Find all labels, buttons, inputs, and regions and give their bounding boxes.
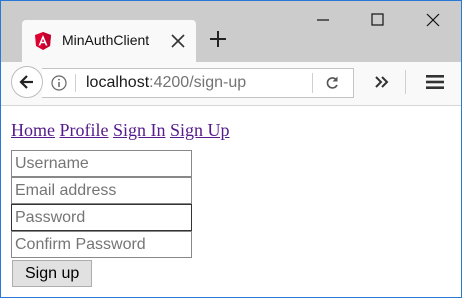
- confirm-password-input[interactable]: [11, 231, 192, 258]
- sign-up-form: Sign up: [11, 150, 192, 287]
- tab-title: MinAuthClient: [62, 32, 150, 48]
- overflow-chevrons-icon[interactable]: [374, 75, 390, 89]
- back-button[interactable]: [11, 66, 43, 98]
- browser-tab[interactable]: MinAuthClient: [22, 20, 196, 62]
- back-arrow-icon: [19, 75, 33, 89]
- page-nav: Home Profile Sign In Sign Up: [11, 120, 230, 141]
- menu-separator: [405, 70, 406, 94]
- new-tab-plus-icon[interactable]: [209, 30, 227, 48]
- url-path: :4200/sign-up: [149, 74, 247, 91]
- nav-link-home[interactable]: Home: [11, 120, 55, 140]
- address-bar[interactable]: localhost:4200/sign-up: [42, 68, 354, 98]
- reload-separator: [312, 73, 313, 93]
- navigation-toolbar: localhost:4200/sign-up: [1, 62, 461, 106]
- hamburger-menu-icon[interactable]: [425, 73, 445, 91]
- reload-icon[interactable]: [324, 75, 340, 91]
- sign-up-button[interactable]: Sign up: [12, 260, 93, 287]
- browser-window: MinAuthClient localhost:4200/sign-up Hom…: [1, 1, 461, 297]
- info-icon[interactable]: [51, 75, 67, 91]
- nav-link-sign-in[interactable]: Sign In: [113, 120, 166, 140]
- close-icon[interactable]: [169, 32, 187, 50]
- nav-link-sign-up[interactable]: Sign Up: [170, 120, 230, 140]
- nav-link-profile[interactable]: Profile: [60, 120, 109, 140]
- url-host: localhost: [86, 74, 150, 91]
- maximize-icon[interactable]: [364, 9, 390, 31]
- email-input[interactable]: [11, 177, 192, 204]
- url-separator: [75, 74, 76, 92]
- tab-strip: MinAuthClient: [1, 1, 461, 62]
- url-text[interactable]: localhost:4200/sign-up: [86, 74, 246, 92]
- window-close-icon[interactable]: [420, 9, 446, 31]
- angular-icon: [35, 32, 51, 50]
- page-content: Home Profile Sign In Sign Up Sign up: [1, 106, 461, 297]
- minimize-icon[interactable]: [310, 9, 336, 31]
- username-input[interactable]: [11, 150, 192, 177]
- password-input[interactable]: [11, 204, 192, 231]
